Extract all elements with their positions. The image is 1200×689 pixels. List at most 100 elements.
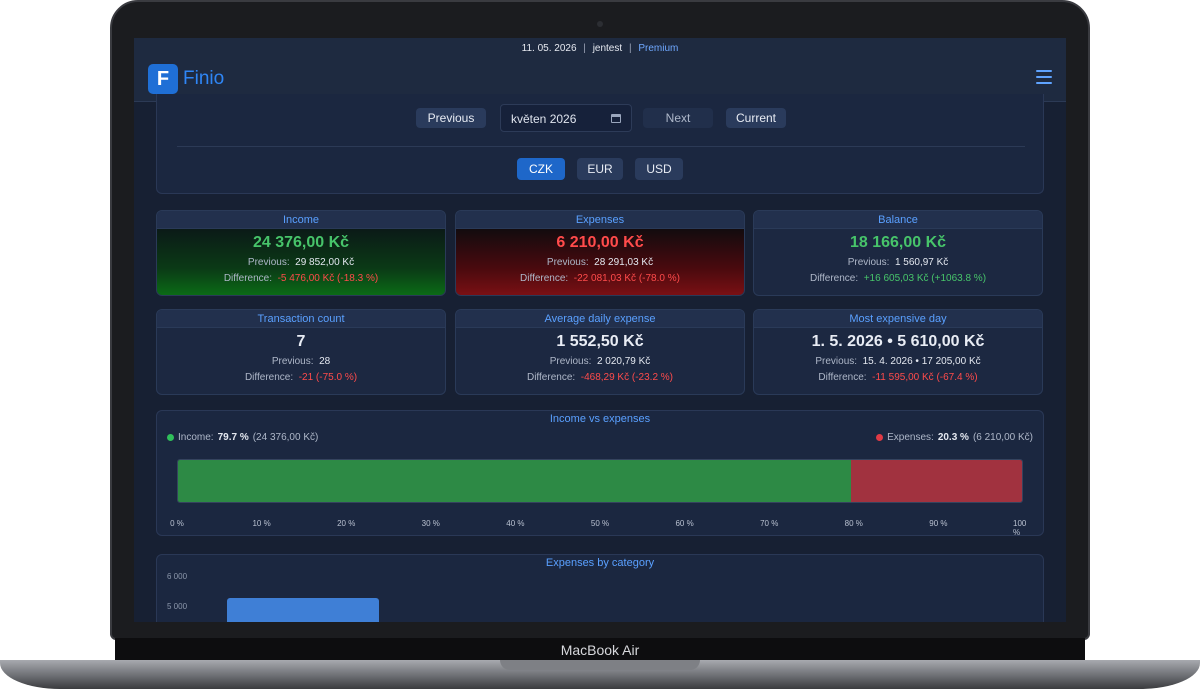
card-body: 7 Previous: 28 Difference: -21 (-75.0 %) [157, 328, 445, 394]
period-panel: Previous květen 2026 Next Current CZK EU… [156, 94, 1044, 194]
next-button[interactable]: Next [643, 108, 713, 128]
previous-label: Previous: [549, 356, 592, 367]
difference-label: Difference: [818, 372, 867, 383]
average-daily-expense-value: 1 552,50 Kč [556, 333, 644, 350]
plan-badge[interactable]: Premium [638, 43, 678, 54]
user-info-line: 11. 05. 2026 | jentest | Premium [134, 43, 1066, 54]
month-value: květen 2026 [511, 112, 577, 126]
percent-tick-label: 80 % [844, 519, 863, 528]
balance-card: Balance 18 166,00 Kč Previous: 1 560,97 … [753, 210, 1043, 296]
expenses-legend-pct: 20.3 % [937, 432, 969, 443]
income-legend-pct: 79.7 % [217, 432, 249, 443]
percent-tick-label: 100 % [1013, 519, 1027, 537]
percent-tick-label: 30 % [421, 519, 440, 528]
previous-value: 28 [319, 356, 331, 367]
income-value: 24 376,00 Kč [252, 234, 350, 251]
percent-tick-label: 70 % [760, 519, 779, 528]
category-bar[interactable] [227, 598, 379, 622]
income-legend-amount: (24 376,00 Kč) [252, 432, 319, 443]
card-body: 6 210,00 Kč Previous: 28 291,03 Kč Diffe… [456, 229, 744, 295]
previous-button[interactable]: Previous [416, 108, 486, 128]
month-picker[interactable]: květen 2026 [500, 104, 632, 132]
previous-value: 29 852,00 Kč [295, 257, 355, 268]
previous-label: Previous: [546, 257, 589, 268]
difference-label: Difference: [809, 273, 859, 284]
previous-label: Previous: [847, 257, 890, 268]
expenses-by-category-panel: Expenses by category 6 000 5 000 [156, 554, 1044, 622]
difference-value: -22 081,03 Kč (-78.0 %) [573, 273, 680, 284]
balance-value: 18 166,00 Kč [849, 234, 947, 251]
previous-label: Previous: [247, 257, 290, 268]
previous-value: 15. 4. 2026 • 17 205,00 Kč [862, 356, 981, 367]
calendar-icon[interactable] [611, 114, 621, 123]
percent-tick-label: 20 % [337, 519, 356, 528]
section-title: Income vs expenses [549, 413, 651, 425]
device-label: MacBook Air [560, 642, 640, 658]
separator: | [628, 43, 632, 54]
username[interactable]: jentest [593, 43, 622, 54]
card-body: 1 552,50 Kč Previous: 2 020,79 Kč Differ… [456, 328, 744, 394]
card-title: Transaction count [157, 310, 445, 328]
section-title: Expenses by category [545, 557, 655, 569]
difference-value: -21 (-75.0 %) [298, 372, 358, 383]
card-title: Average daily expense [456, 310, 744, 328]
average-daily-expense-card: Average daily expense 1 552,50 Kč Previo… [455, 309, 745, 395]
difference-value: -5 476,00 Kč (-18.3 %) [277, 273, 379, 284]
expenses-value: 6 210,00 Kč [556, 234, 644, 251]
expenses-legend: Expenses: 20.3 % (6 210,00 Kč) [876, 432, 1033, 443]
percent-tick-label: 0 % [170, 519, 184, 528]
card-body: 1. 5. 2026 • 5 610,00 Kč Previous: 15. 4… [754, 328, 1042, 394]
logo-icon: F [148, 64, 178, 94]
difference-label: Difference: [520, 273, 569, 284]
app-name: Finio [183, 68, 225, 89]
difference-label: Difference: [244, 372, 294, 383]
card-body: 24 376,00 Kč Previous: 29 852,00 Kč Diff… [157, 229, 445, 295]
expenses-card: Expenses 6 210,00 Kč Previous: 28 291,03… [455, 210, 745, 296]
previous-value: 2 020,79 Kč [596, 356, 651, 367]
expenses-legend-label: Expenses: [887, 432, 934, 443]
currency-czk-button[interactable]: CZK [517, 158, 565, 180]
currency-eur-button[interactable]: EUR [577, 158, 623, 180]
transaction-count-card: Transaction count 7 Previous: 28 Differe… [156, 309, 446, 395]
percent-tick-label: 10 % [252, 519, 271, 528]
income-card: Income 24 376,00 Kč Previous: 29 852,00 … [156, 210, 446, 296]
hamburger-menu-icon[interactable] [1036, 70, 1052, 84]
previous-value: 28 291,03 Kč [594, 257, 654, 268]
difference-label: Difference: [223, 273, 272, 284]
app-screen: 11. 05. 2026 | jentest | Premium F Finio… [134, 38, 1066, 622]
income-vs-expenses-panel: Income vs expenses Income: 79.7 % (24 37… [156, 410, 1044, 537]
percent-tick-label: 90 % [929, 519, 948, 528]
laptop-hinge: MacBook Air [115, 638, 1085, 662]
difference-value: +16 605,03 Kč (+1063.8 %) [863, 273, 987, 284]
y-tick-label: 5 000 [167, 602, 188, 611]
card-title: Income [157, 211, 445, 229]
expenses-bar-segment[interactable] [850, 460, 1022, 502]
most-expensive-day-card: Most expensive day 1. 5. 2026 • 5 610,00… [753, 309, 1043, 395]
previous-value: 1 560,97 Kč [894, 257, 949, 268]
expenses-dot-icon [876, 434, 884, 441]
income-bar-segment[interactable] [178, 460, 851, 502]
current-date: 11. 05. 2026 [521, 43, 577, 54]
ratio-bar [177, 459, 1023, 503]
percent-tick-label: 50 % [590, 519, 610, 528]
current-button[interactable]: Current [726, 108, 786, 128]
previous-label: Previous: [815, 356, 858, 367]
transaction-count-value: 7 [296, 333, 306, 350]
card-title: Most expensive day [754, 310, 1042, 328]
y-tick-label: 6 000 [167, 572, 188, 581]
laptop-notch [500, 660, 700, 670]
income-legend: Income: 79.7 % (24 376,00 Kč) [167, 432, 318, 443]
app-logo[interactable]: F Finio [148, 64, 224, 94]
top-bar: 11. 05. 2026 | jentest | Premium F Finio [134, 38, 1066, 102]
previous-label: Previous: [271, 356, 314, 367]
percent-tick-label: 40 % [506, 519, 525, 528]
card-title: Expenses [456, 211, 744, 229]
expenses-legend-amount: (6 210,00 Kč) [972, 432, 1033, 443]
most-expensive-day-value: 1. 5. 2026 • 5 610,00 Kč [811, 333, 985, 350]
camera-icon [597, 21, 603, 27]
card-body: 18 166,00 Kč Previous: 1 560,97 Kč Diffe… [754, 229, 1042, 295]
difference-value: -11 595,00 Kč (-67.4 %) [872, 372, 978, 383]
currency-usd-button[interactable]: USD [635, 158, 683, 180]
percent-tick-label: 60 % [675, 519, 694, 528]
income-legend-label: Income: [178, 432, 214, 443]
